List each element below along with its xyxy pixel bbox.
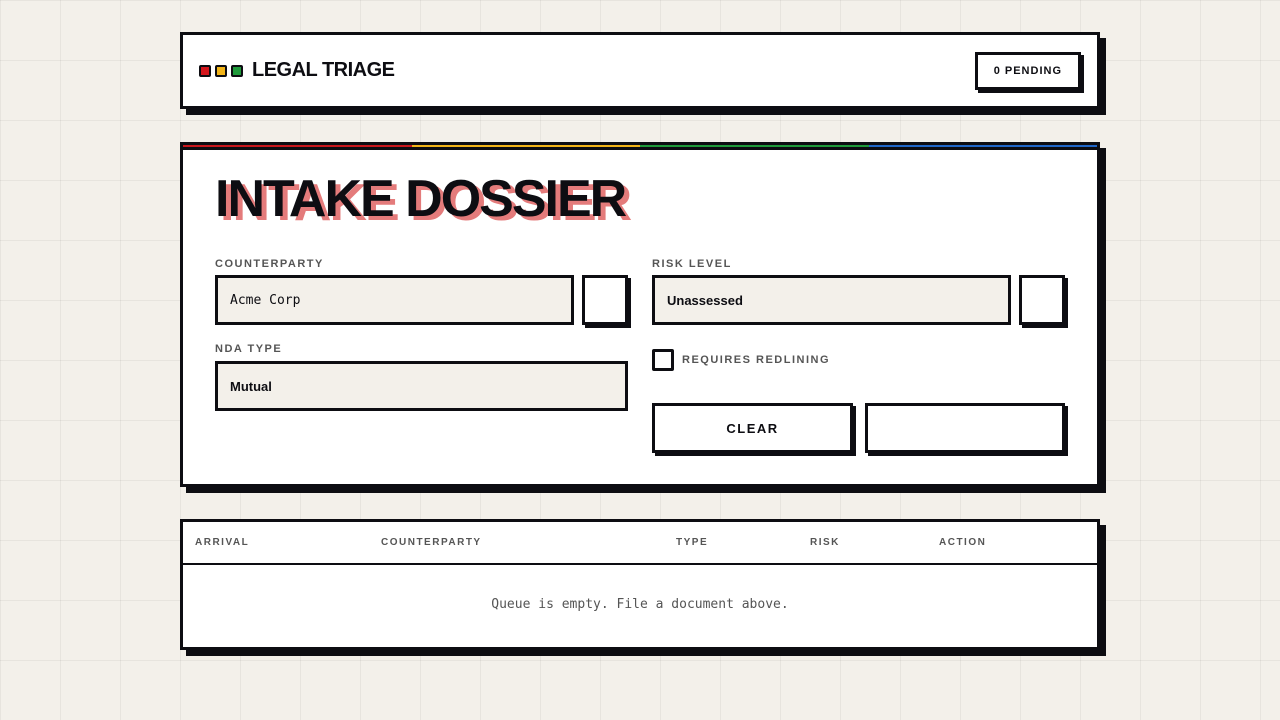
green-dot-icon bbox=[231, 64, 243, 77]
column-header-arrival[interactable]: ARRIVAL bbox=[195, 537, 249, 548]
column-header-type[interactable]: TYPE bbox=[676, 537, 708, 548]
pending-count-button[interactable]: 0 PENDING bbox=[974, 51, 1081, 90]
nda-type-select[interactable]: Mutual bbox=[215, 361, 628, 411]
app-title: LEGAL TRIAGE bbox=[252, 59, 395, 81]
requires-redlining-checkbox[interactable] bbox=[652, 349, 674, 371]
page-title: INTAKE DOSSIER INTAKE DOSSIER bbox=[215, 170, 632, 229]
column-header-action[interactable]: ACTION bbox=[939, 537, 986, 548]
counterparty-picker-button[interactable] bbox=[582, 275, 628, 325]
queue-table: ARRIVAL COUNTERPARTY TYPE RISK ACTION Qu… bbox=[180, 519, 1100, 650]
page-title-text: INTAKE DOSSIER bbox=[215, 170, 627, 228]
app-header: LEGAL TRIAGE 0 PENDING bbox=[180, 32, 1100, 109]
risk-level-label: RISK LEVEL bbox=[652, 258, 732, 270]
column-header-counterparty[interactable]: COUNTERPARTY bbox=[381, 537, 482, 548]
red-dot-icon bbox=[199, 64, 211, 77]
stripe-blue bbox=[868, 145, 1097, 147]
nda-type-label: NDA TYPE bbox=[215, 343, 283, 355]
table-header: ARRIVAL COUNTERPARTY TYPE RISK ACTION bbox=[183, 522, 1097, 565]
brand: LEGAL TRIAGE bbox=[199, 59, 395, 82]
stripe-yellow bbox=[411, 145, 640, 147]
requires-redlining-label: REQUIRES REDLINING bbox=[682, 354, 831, 366]
stripe-green bbox=[640, 145, 869, 147]
clear-button[interactable]: CLEAR bbox=[652, 403, 853, 453]
empty-queue-message: Queue is empty. File a document above. bbox=[491, 597, 789, 612]
submit-button[interactable] bbox=[865, 403, 1065, 453]
risk-level-select[interactable]: Unassessed bbox=[652, 275, 1011, 325]
intake-dossier-panel: INTAKE DOSSIER INTAKE DOSSIER COUNTERPAR… bbox=[180, 142, 1100, 487]
accent-stripe bbox=[183, 145, 1097, 150]
counterparty-input[interactable]: Acme Corp bbox=[215, 275, 574, 325]
risk-level-picker-button[interactable] bbox=[1019, 275, 1065, 325]
yellow-dot-icon bbox=[215, 64, 227, 77]
stripe-red bbox=[183, 145, 412, 147]
counterparty-label: COUNTERPARTY bbox=[215, 258, 324, 270]
column-header-risk[interactable]: RISK bbox=[810, 537, 840, 548]
